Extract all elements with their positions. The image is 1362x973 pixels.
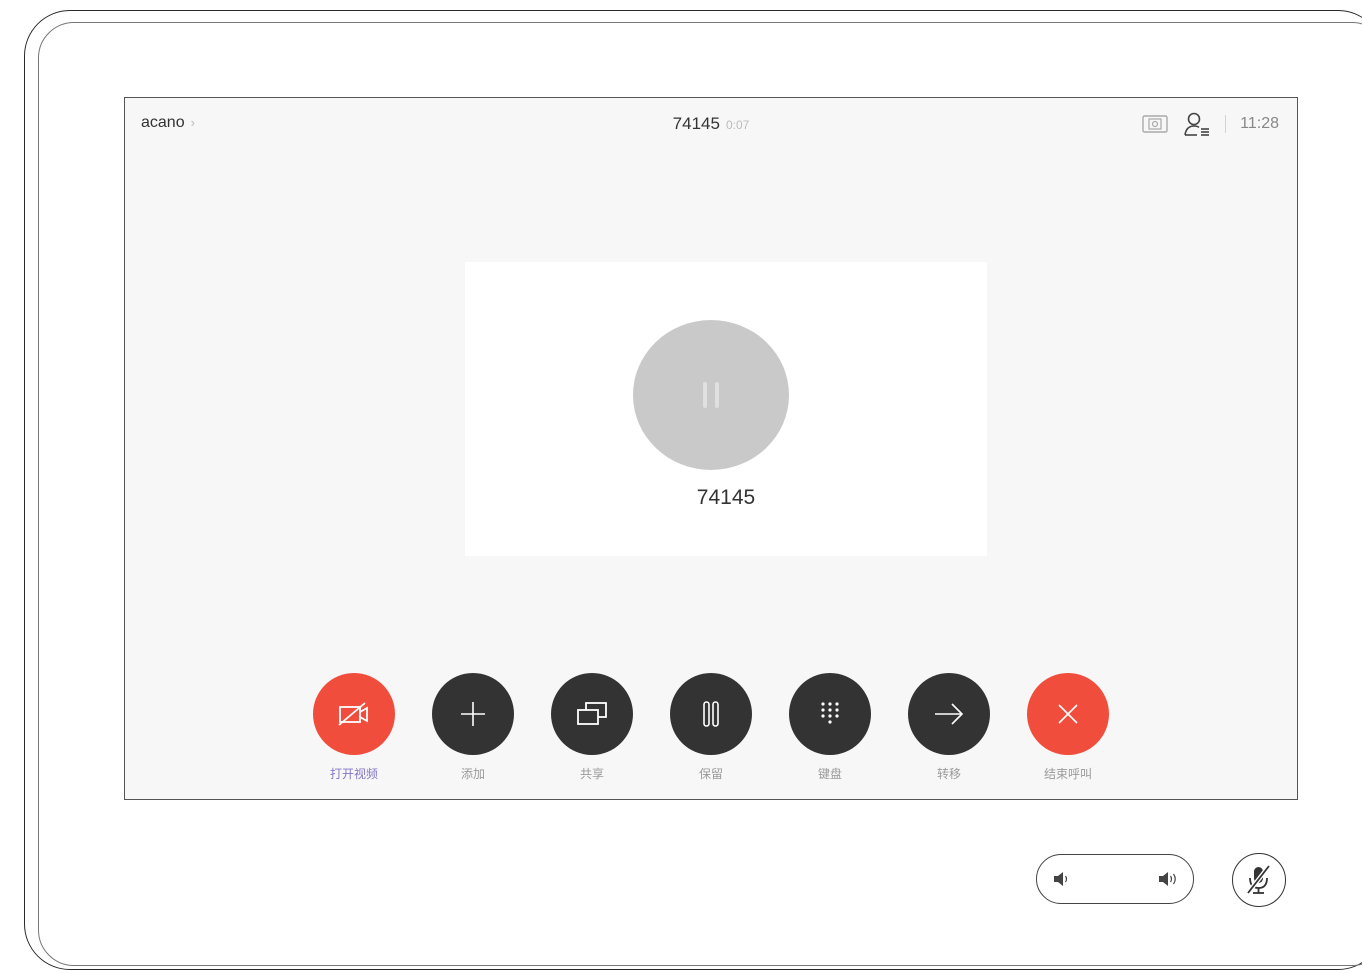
share-screen-icon xyxy=(577,702,607,725)
end-call-button[interactable] xyxy=(1027,673,1109,755)
status-icons: 11:28 xyxy=(1141,110,1279,138)
call-number: 74145 xyxy=(672,114,720,133)
share-control: 共享 xyxy=(551,673,633,782)
volume-down-icon xyxy=(1054,872,1068,886)
participants-icon[interactable] xyxy=(1183,111,1211,137)
keypad-button[interactable] xyxy=(789,673,871,755)
transfer-arrow-icon xyxy=(935,703,964,725)
hold-control: 保留 xyxy=(670,673,752,782)
status-bar: acano › 74145 0:07 11:28 xyxy=(125,98,1297,150)
camera-off-icon xyxy=(338,702,368,726)
call-controls: 打开视频 添加 共享 保留 键盘 转移 结束呼叫 xyxy=(313,673,1109,782)
remote-video-placeholder: 74145 xyxy=(465,262,987,556)
microphone-muted-icon xyxy=(1246,864,1271,895)
video-toggle-control: 打开视频 xyxy=(313,673,395,782)
hold-button[interactable] xyxy=(670,673,752,755)
pause-icon xyxy=(703,382,719,408)
hold-label: 保留 xyxy=(698,767,723,781)
call-info: 74145 0:07 xyxy=(125,114,1297,134)
call-duration: 0:07 xyxy=(725,118,750,132)
keypad-label: 键盘 xyxy=(817,767,842,781)
add-participant-button[interactable] xyxy=(432,673,514,755)
volume-up-button[interactable] xyxy=(1157,871,1179,892)
add-label: 添加 xyxy=(460,767,485,781)
add-control: 添加 xyxy=(432,673,514,782)
participant-number: 74145 xyxy=(696,486,756,509)
keypad-control: 键盘 xyxy=(789,673,871,782)
turn-on-video-button[interactable] xyxy=(313,673,395,755)
transfer-button[interactable] xyxy=(908,673,990,755)
microphone-mute-button[interactable] xyxy=(1232,853,1286,907)
plus-icon xyxy=(461,702,485,726)
call-screen: acano › 74145 0:07 11:28 74145 打开视频 添加 共… xyxy=(124,97,1298,800)
transfer-control: 转移 xyxy=(908,673,990,782)
hold-avatar xyxy=(633,320,789,470)
share-label: 共享 xyxy=(579,767,604,781)
clock: 11:28 xyxy=(1240,115,1279,132)
volume-up-icon xyxy=(1159,872,1176,886)
hold-icon xyxy=(703,701,719,727)
volume-down-button[interactable] xyxy=(1052,871,1070,892)
end-call-control: 结束呼叫 xyxy=(1027,673,1109,782)
divider xyxy=(1225,115,1227,133)
share-button[interactable] xyxy=(551,673,633,755)
volume-rocker xyxy=(1036,854,1194,904)
keypad-icon xyxy=(821,702,839,724)
transfer-label: 转移 xyxy=(936,767,961,781)
self-view-icon[interactable] xyxy=(1141,114,1169,134)
end-call-label: 结束呼叫 xyxy=(1043,767,1092,781)
end-call-icon xyxy=(1058,704,1078,724)
turn-on-video-label: 打开视频 xyxy=(329,767,378,781)
